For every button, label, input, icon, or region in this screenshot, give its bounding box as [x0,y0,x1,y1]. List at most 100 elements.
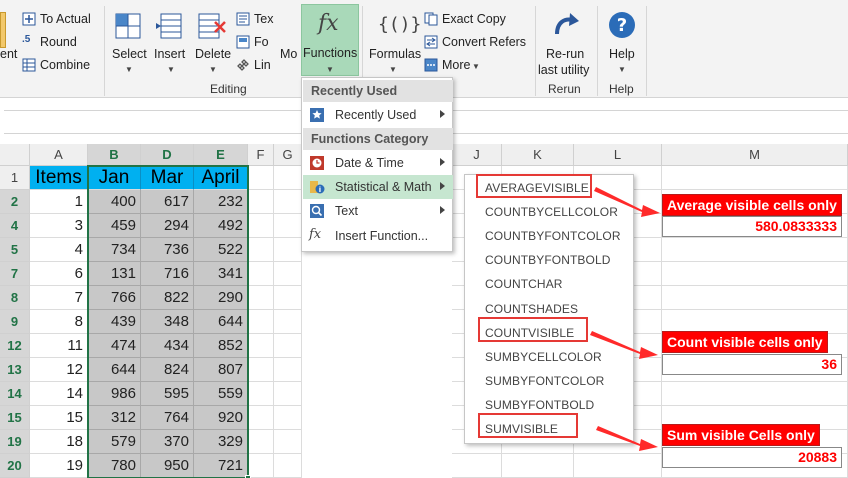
row-header[interactable]: 20 [0,454,30,478]
submenu-item-countbyfontcolor[interactable]: COUNTBYFONTCOLOR [485,229,621,243]
text-button[interactable]: Tex [236,10,276,28]
more-tools-button[interactable]: Mo [278,4,300,76]
select-all-corner[interactable] [0,144,30,166]
cell[interactable] [248,334,274,358]
column-header-b[interactable]: B [88,144,141,166]
table-cell[interactable]: 736 [141,238,194,262]
table-cell[interactable]: 766 [88,286,141,310]
submenu-item-countbyfontbold[interactable]: COUNTBYFONTBOLD [485,253,611,267]
cell[interactable] [274,454,302,478]
rerun-button[interactable]: Re-run last utility [538,4,594,80]
convert-refers-button[interactable]: Convert Refers [424,33,534,51]
table-cell[interactable]: 19 [30,454,88,478]
row-header[interactable]: 14 [0,382,30,406]
column-header-k[interactable]: K [502,144,574,166]
table-cell[interactable]: 370 [141,430,194,454]
table-cell[interactable]: 852 [194,334,248,358]
table-cell[interactable]: 341 [194,262,248,286]
table-cell[interactable]: 807 [194,358,248,382]
table-cell[interactable]: 644 [194,310,248,334]
cell[interactable] [274,190,302,214]
table-cell[interactable]: 579 [88,430,141,454]
row-header[interactable]: 19 [0,430,30,454]
table-cell[interactable]: 14 [30,382,88,406]
help-button[interactable]: ? Help ▼ [600,4,644,76]
cell[interactable] [274,430,302,454]
insert-button[interactable]: Insert ▼ [150,4,190,76]
column-header-g[interactable]: G [274,144,302,166]
table-cell[interactable]: 522 [194,238,248,262]
table-cell[interactable]: 312 [88,406,141,430]
combine-button[interactable]: Combine [22,56,96,74]
cell[interactable] [248,382,274,406]
cell[interactable] [662,238,848,262]
table-cell[interactable]: 439 [88,310,141,334]
table-cell[interactable]: 434 [141,334,194,358]
cell[interactable] [502,454,574,478]
table-cell[interactable]: 294 [141,214,194,238]
more-formulas-button[interactable]: More ▼ [424,56,494,74]
column-header-m[interactable]: M [662,144,848,166]
cell[interactable] [248,262,274,286]
cell[interactable] [248,406,274,430]
table-cell[interactable]: 459 [88,214,141,238]
cell[interactable] [662,166,848,190]
table-cell[interactable]: 11 [30,334,88,358]
table-cell[interactable]: 822 [141,286,194,310]
table-cell[interactable]: 920 [194,406,248,430]
column-header-l[interactable]: L [574,144,662,166]
table-cell[interactable]: 12 [30,358,88,382]
submenu-item-countchar[interactable]: COUNTCHAR [485,277,563,291]
delete-button[interactable]: Delete ▼ [192,4,234,76]
column-header-j[interactable]: J [452,144,502,166]
cell[interactable] [662,382,848,406]
table-cell[interactable]: 7 [30,286,88,310]
row-header[interactable]: 12 [0,334,30,358]
menu-item-recently-used[interactable]: Recently Used [303,103,453,127]
table-header-cell[interactable]: April [194,166,248,190]
menu-item-date-time[interactable]: Date & Time [303,151,453,175]
cell[interactable] [248,190,274,214]
table-cell[interactable]: 595 [141,382,194,406]
table-cell[interactable]: 290 [194,286,248,310]
cell[interactable] [274,166,302,190]
row-header[interactable]: 13 [0,358,30,382]
link-button[interactable]: Lin [236,56,276,74]
cell[interactable] [248,238,274,262]
submenu-item-sumbyfontcolor[interactable]: SUMBYFONTCOLOR [485,374,604,388]
row-header[interactable]: 15 [0,406,30,430]
table-cell[interactable]: 644 [88,358,141,382]
submenu-item-countshades[interactable]: COUNTSHADES [485,302,578,316]
row-header[interactable]: 4 [0,214,30,238]
table-cell[interactable]: 4 [30,238,88,262]
functions-button[interactable]: fx Functions ▼ [301,4,359,76]
submenu-item-countbycellcolor[interactable]: COUNTBYCELLCOLOR [485,205,618,219]
table-cell[interactable]: 329 [194,430,248,454]
formulas-button[interactable]: {()} Formulas ▼ [366,4,421,76]
cell[interactable] [574,454,662,478]
column-header-a[interactable]: A [30,144,88,166]
table-cell[interactable]: 232 [194,190,248,214]
table-header-cell[interactable]: Jan [88,166,141,190]
cell[interactable] [274,406,302,430]
cell[interactable] [274,382,302,406]
exact-copy-button[interactable]: Exact Copy [424,10,534,28]
format-button[interactable]: Fo [236,33,276,51]
table-cell[interactable]: 474 [88,334,141,358]
cell[interactable] [274,214,302,238]
cell[interactable] [662,286,848,310]
cell[interactable] [452,454,502,478]
table-cell[interactable]: 3 [30,214,88,238]
to-actual-button[interactable]: To Actual [22,10,96,28]
column-header-f[interactable]: F [248,144,274,166]
table-cell[interactable]: 400 [88,190,141,214]
select-button[interactable]: Select ▼ [108,4,148,76]
table-cell[interactable]: 6 [30,262,88,286]
round-button[interactable]: .5 Round [22,33,96,51]
cell[interactable] [274,262,302,286]
cell[interactable] [274,310,302,334]
table-cell[interactable]: 986 [88,382,141,406]
cell[interactable] [248,430,274,454]
row-header[interactable]: 8 [0,286,30,310]
row-header[interactable]: 9 [0,310,30,334]
